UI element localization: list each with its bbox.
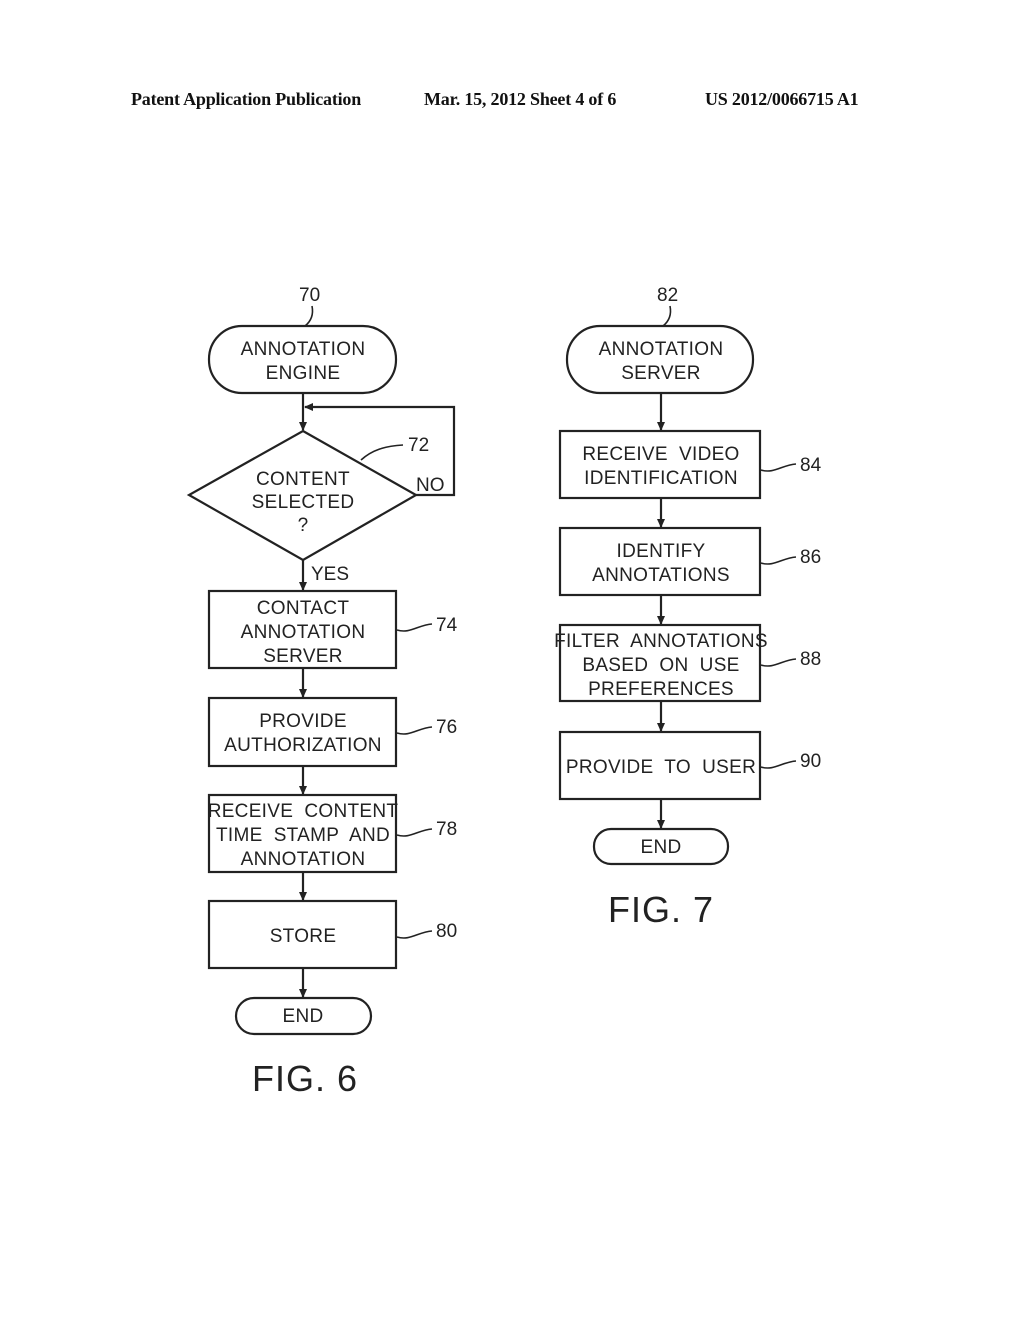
fig6-step-80-leader xyxy=(396,930,433,939)
fig7-caption: FIG. 7 xyxy=(608,889,714,930)
fig6-decision-line-2: SELECTED xyxy=(252,492,355,513)
fig6-start-leader xyxy=(304,305,314,327)
fig6-start-terminal: ANNOTATION ENGINE 70 xyxy=(207,285,398,395)
fig7-step-84-leader xyxy=(760,463,797,472)
fig7-step-88-line-2: BASED ON USE xyxy=(582,655,739,676)
fig7-step-86-ref: 86 xyxy=(800,547,821,568)
fig6-decision-leader xyxy=(360,444,404,461)
fig6-step-80-ref: 80 xyxy=(436,921,457,942)
fig7-end-label: END xyxy=(640,837,681,858)
fig6-step-78: RECEIVE CONTENT TIME STAMP AND ANNOTATIO… xyxy=(208,793,457,874)
fig7-step-88: FILTER ANNOTATIONS BASED ON USE PREFEREN… xyxy=(554,623,821,703)
fig7-step-90: PROVIDE TO USER 90 xyxy=(558,730,821,801)
fig6-step-78-line-3: ANNOTATION xyxy=(241,849,366,870)
fig6-step-74-line-1: CONTACT xyxy=(257,598,350,619)
fig7-step-84-ref: 84 xyxy=(800,455,822,476)
fig7-step-86: IDENTIFY ANNOTATIONS 86 xyxy=(558,526,821,597)
fig7-step-86-line-2: ANNOTATIONS xyxy=(592,565,730,586)
fig7-start-line-2: SERVER xyxy=(621,363,701,384)
fig6-diagram: ANNOTATION ENGINE 70 CONTENT SELECTED ? … xyxy=(186,285,458,1099)
fig6-caption: FIG. 6 xyxy=(252,1058,358,1099)
fig6-start-ref: 70 xyxy=(299,285,320,306)
fig7-start-ref: 82 xyxy=(657,285,678,306)
fig6-decision-diamond: CONTENT SELECTED ? 72 xyxy=(186,429,429,562)
fig7-step-88-line-3: PREFERENCES xyxy=(588,679,734,700)
fig6-end-terminal: END xyxy=(234,996,373,1036)
fig6-step-76-line-2: AUTHORIZATION xyxy=(224,735,382,756)
fig6-step-74-line-2: ANNOTATION xyxy=(241,622,366,643)
fig6-start-line-2: ENGINE xyxy=(266,363,341,384)
fig6-decision-ref: 72 xyxy=(408,435,429,456)
fig6-step-78-ref: 78 xyxy=(436,819,457,840)
fig6-step-78-line-1: RECEIVE CONTENT xyxy=(208,801,399,822)
fig7-step-84-line-1: RECEIVE VIDEO xyxy=(582,444,739,465)
fig6-step-74-line-3: SERVER xyxy=(263,646,343,667)
fig6-step-76-ref: 76 xyxy=(436,717,457,738)
fig6-step-76-leader xyxy=(396,726,433,735)
fig7-step-88-line-1: FILTER ANNOTATIONS xyxy=(554,631,768,652)
fig6-step-76: PROVIDE AUTHORIZATION 76 xyxy=(207,696,457,768)
fig7-step-90-leader xyxy=(760,760,797,769)
fig6-step-78-line-2: TIME STAMP AND xyxy=(216,825,390,846)
fig7-step-88-ref: 88 xyxy=(800,649,821,670)
fig6-start-line-1: ANNOTATION xyxy=(241,339,366,360)
fig7-start-line-1: ANNOTATION xyxy=(599,339,724,360)
fig7-diagram: ANNOTATION SERVER 82 RECEIVE VIDEO IDENT… xyxy=(554,285,821,930)
fig7-step-90-ref: 90 xyxy=(800,751,821,772)
fig6-step-80-line-1: STORE xyxy=(270,926,337,947)
fig6-no-label: NO xyxy=(416,475,445,496)
fig7-step-86-leader xyxy=(760,556,797,565)
fig6-end-label: END xyxy=(282,1006,323,1027)
fig7-end-terminal: END xyxy=(592,827,730,866)
fig6-step-74-ref: 74 xyxy=(436,615,458,636)
fig6-step-80: STORE 80 xyxy=(207,899,457,970)
fig6-yes-label: YES xyxy=(311,564,349,585)
fig6-step-78-leader xyxy=(396,828,433,837)
flowchart-canvas: ANNOTATION ENGINE 70 CONTENT SELECTED ? … xyxy=(186,285,822,1099)
fig7-step-84-line-2: IDENTIFICATION xyxy=(584,468,738,489)
fig7-start-terminal: ANNOTATION SERVER 82 xyxy=(565,285,755,395)
fig6-step-74-leader xyxy=(396,623,433,632)
fig6-decision-line-1: CONTENT xyxy=(256,469,350,490)
fig6-decision-line-3: ? xyxy=(298,515,309,536)
fig7-step-90-line-1: PROVIDE TO USER xyxy=(566,757,756,778)
fig7-start-leader xyxy=(662,305,672,327)
fig6-step-76-line-1: PROVIDE xyxy=(259,711,347,732)
fig7-step-86-line-1: IDENTIFY xyxy=(617,541,706,562)
fig6-step-74: CONTACT ANNOTATION SERVER 74 xyxy=(207,589,458,670)
fig7-step-84: RECEIVE VIDEO IDENTIFICATION 84 xyxy=(558,429,822,500)
fig7-step-88-leader xyxy=(760,658,797,667)
